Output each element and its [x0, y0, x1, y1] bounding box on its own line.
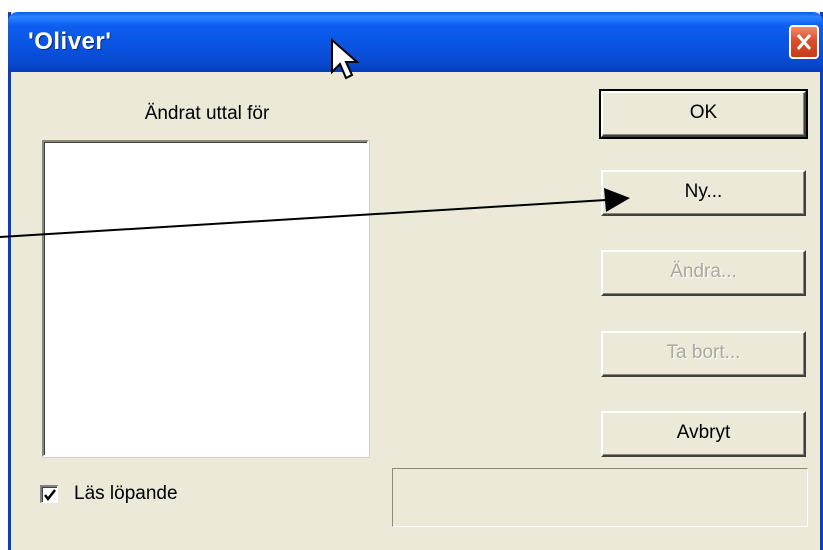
arrow-annotation-icon — [0, 188, 630, 238]
mouse-pointer-icon — [331, 38, 360, 80]
